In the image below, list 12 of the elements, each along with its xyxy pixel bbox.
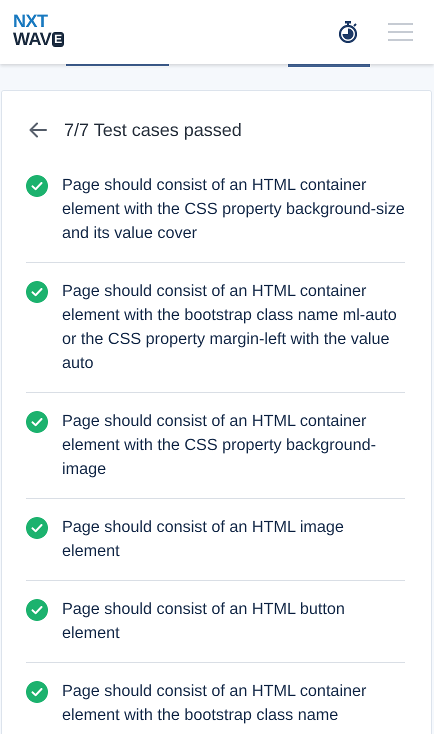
logo-badge: E	[52, 32, 64, 46]
test-case-text: Page should consist of an HTML image element	[62, 517, 345, 562]
back-arrow-icon[interactable]	[29, 122, 47, 138]
test-case-text: Page should consist of an HTML container element with the bootstrap class name ml-auto or the CSS property margin-left with the value auto	[62, 281, 398, 374]
logo-text: WAV	[13, 30, 52, 48]
test-case-text: Page should consist of an HTML container element with the CSS property background-size and its value cover	[62, 175, 405, 244]
test-case-text: Page should consist of an HTML container element with the bootstrap class name	[62, 681, 368, 726]
stopwatch-icon[interactable]	[338, 21, 358, 43]
test-case-text: Page should consist of an HTML container element with the CSS property background-image	[62, 411, 378, 480]
test-case-text: Page should consist of an HTML button element	[62, 599, 346, 644]
logo-text: NXT	[13, 12, 49, 30]
results-title: 7/7 Test cases passed	[64, 120, 242, 140]
